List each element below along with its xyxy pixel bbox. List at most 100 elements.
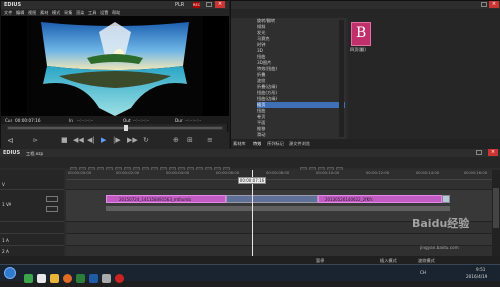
record-icon[interactable] <box>115 274 124 283</box>
player-menubar: 文件 编辑 视图 素材 模式 采集 渲染 工具 设置 帮助 <box>1 9 229 16</box>
overwrite-icon[interactable]: ⊞ <box>187 136 193 144</box>
video-clip-a[interactable]: 20150724_141158491563_mthumb <box>106 195 226 203</box>
clip-a-label: 20150724_141158491563_mthumb <box>119 197 191 202</box>
app-icon-2[interactable] <box>37 274 46 283</box>
ruler-tick: 00:00:14:00 <box>416 170 440 175</box>
menu-view[interactable]: 视图 <box>28 10 36 15</box>
step-back-icon[interactable]: ◀| <box>87 136 95 144</box>
rec-badge[interactable]: REC <box>193 2 200 8</box>
transition-clip[interactable] <box>226 195 318 203</box>
app-title: EDIUS <box>4 2 22 8</box>
set-out-icon[interactable]: ⊳ <box>33 137 38 144</box>
track-header-v[interactable]: V <box>0 180 64 190</box>
track-header-t[interactable] <box>0 222 64 234</box>
clock-date[interactable]: 2016/4/19 <box>466 274 487 279</box>
menu-capture[interactable]: 采集 <box>64 10 72 15</box>
menu-tools[interactable]: 工具 <box>88 10 96 15</box>
track-header-a2[interactable]: 2 A <box>0 246 64 256</box>
folder-icon[interactable] <box>50 274 59 283</box>
track-header-va[interactable]: 1 VA <box>0 190 64 222</box>
vscroll-thumb[interactable] <box>493 188 499 228</box>
fast-forward-icon[interactable]: ▶▶ <box>127 136 138 144</box>
timeline-statusbar: 暂停 插入模式 波纹模式 <box>0 256 500 264</box>
tree-scrollbar[interactable] <box>339 20 344 137</box>
ruler-tick: 00:00:12:00 <box>366 170 390 175</box>
app-icon-7[interactable] <box>102 274 111 283</box>
menu-mode[interactable]: 模式 <box>52 10 60 15</box>
loop-icon[interactable]: ↻ <box>143 136 149 144</box>
player-titlebar: EDIUS PLR REC × <box>1 1 229 9</box>
lang-indicator[interactable]: CH <box>420 270 426 275</box>
track-header-a1[interactable]: 1 A <box>0 234 64 246</box>
app-icon-6[interactable] <box>89 274 98 283</box>
tree-items: 旋转/翻转 倾斜 发光 马赛克 时钟 3D 扭曲 3D图片 特效(扭曲) 折叠 … <box>257 18 345 138</box>
app-icon-1[interactable] <box>24 274 33 283</box>
effect-label: 四页(翻) <box>350 47 366 52</box>
project-name: 工程.ezp <box>26 151 44 156</box>
tab-markers[interactable]: 序列标记 <box>267 141 284 146</box>
menu-file[interactable]: 文件 <box>4 10 12 15</box>
mode-label[interactable]: PLR <box>175 2 184 8</box>
bin-maximize-icon[interactable] <box>481 2 487 7</box>
track-v-lane[interactable] <box>66 180 492 190</box>
play-icon[interactable]: ▶ <box>101 136 106 144</box>
effect-b-icon: B <box>356 25 367 41</box>
bin-titlebar: × <box>231 1 500 9</box>
firefox-icon[interactable] <box>63 274 72 283</box>
preview-monitor[interactable] <box>1 16 229 116</box>
out-timecode: --:--:--:-- <box>133 118 150 123</box>
effect-list: B 四页(翻) <box>348 18 500 139</box>
tab-effects[interactable]: 特效 <box>253 141 261 146</box>
ruler-tick: 00:00:04:00 <box>166 170 190 175</box>
menu-icon[interactable]: ≡ <box>207 136 213 144</box>
clip-b-label: 20130526140622_2fKfs <box>325 197 373 202</box>
menu-settings[interactable]: 设置 <box>100 10 108 15</box>
status-insert[interactable]: 插入模式 <box>380 258 397 263</box>
timeline-maximize-icon[interactable] <box>476 150 482 155</box>
effects-tree: 旋转/翻转 倾斜 发光 马赛克 时钟 3D 扭曲 3D图片 特效(扭曲) 折叠 … <box>231 18 346 139</box>
audio-waveform <box>106 206 450 211</box>
bin-close-icon[interactable]: × <box>489 1 499 8</box>
timeline-ruler[interactable]: 00:00:00:00 00:00:02:00 00:00:04:00 00:0… <box>66 170 492 180</box>
tree-item[interactable]: 滑动 <box>257 132 345 138</box>
menu-edit[interactable]: 编辑 <box>16 10 24 15</box>
windows-taskbar: Baidu经验 jingyan.baidu.com CH 9:51 2016/4… <box>0 217 500 283</box>
bin-tabs: 素材库 特效 序列标记 源文件浏览 <box>231 139 500 149</box>
video-clip-b[interactable]: 20130526140622_2fKfs <box>318 195 442 203</box>
rewind-icon[interactable]: ◀◀ <box>73 136 84 144</box>
menu-render[interactable]: 渲染 <box>76 10 84 15</box>
track-toggle-icon[interactable] <box>46 196 58 202</box>
tab-bin[interactable]: 素材库 <box>233 141 246 146</box>
timeline-close-icon[interactable]: × <box>488 149 498 156</box>
tab-browser[interactable]: 源文件浏览 <box>289 141 310 146</box>
set-in-icon[interactable]: ⊲ <box>7 136 14 145</box>
app-icon-5[interactable] <box>76 274 85 283</box>
track-headers: V 1 VA 1 A 2 A <box>0 170 64 264</box>
menu-clip[interactable]: 素材 <box>40 10 48 15</box>
clock-time[interactable]: 9:51 <box>476 267 485 272</box>
playhead-timecode: 00:00:07:16 <box>238 177 266 184</box>
track-a1-label: 1 A <box>2 238 9 243</box>
ruler-tick: 00:00:08:00 <box>266 170 290 175</box>
player-controls: ⊲ ⊳ ■ ◀◀ ◀| ▶ |▶ ▶▶ ↻ ⊕ ⊞ ≡ <box>1 132 229 149</box>
timeline-titlebar: EDIUS 工程.ezp × <box>0 149 500 157</box>
stop-icon[interactable]: ■ <box>61 136 68 144</box>
menu-help[interactable]: 帮助 <box>112 10 120 15</box>
close-icon[interactable]: × <box>215 1 225 8</box>
position-slider[interactable] <box>7 125 223 131</box>
preview-image <box>27 16 203 116</box>
watermark-url: jingyan.baidu.com <box>420 245 459 250</box>
dur-label: Dur <box>175 118 183 123</box>
slider-thumb[interactable] <box>124 125 128 131</box>
effect-thumbnail[interactable]: B <box>351 22 371 46</box>
clip-end-marker[interactable] <box>442 195 450 203</box>
status-ripple[interactable]: 波纹模式 <box>418 258 435 263</box>
timeline-toolbar <box>0 157 500 173</box>
maximize-icon[interactable] <box>206 2 212 7</box>
step-forward-icon[interactable]: |▶ <box>113 136 121 144</box>
in-label: In <box>69 118 73 123</box>
start-icon[interactable] <box>4 267 16 279</box>
timeline-vscroll[interactable] <box>492 170 500 264</box>
track-mute-icon[interactable] <box>46 206 58 212</box>
insert-icon[interactable]: ⊕ <box>173 136 179 144</box>
